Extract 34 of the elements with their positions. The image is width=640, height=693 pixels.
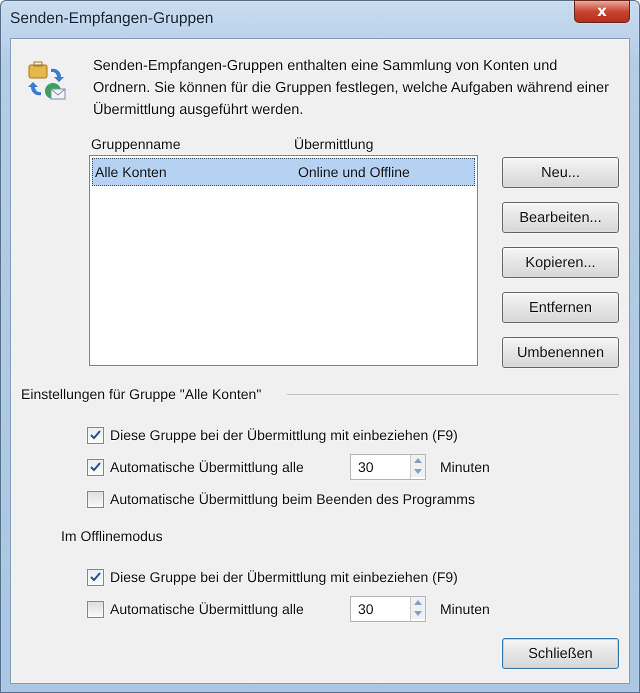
- close-dialog-button[interactable]: Schließen: [502, 638, 619, 669]
- section-heading: Im Offlinemodus: [61, 528, 164, 544]
- column-header: Übermittlung: [294, 136, 374, 152]
- dialog-button[interactable]: Neu...: [502, 157, 619, 188]
- checkbox[interactable]: [87, 458, 104, 476]
- up-arrow-icon[interactable]: [411, 455, 425, 466]
- close-button[interactable]: x: [574, 0, 630, 23]
- table-cell: Online und Offline: [298, 164, 410, 180]
- dialog-button[interactable]: Umbenennen: [502, 337, 619, 368]
- table-cell-text: Alle Konten: [95, 164, 168, 180]
- number-spinner[interactable]: 30: [350, 454, 426, 480]
- checkbox[interactable]: [87, 568, 104, 586]
- checkbox-label: Diese Gruppe bei der Übermittlung mit einbeziehen (F9): [110, 427, 458, 443]
- window-title: Senden-Empfangen-Gruppen: [10, 10, 214, 28]
- dialog-button[interactable]: Kopieren...: [502, 247, 619, 278]
- checkbox[interactable]: [87, 490, 104, 508]
- unit-label: Minuten: [440, 459, 490, 475]
- checkbox[interactable]: [87, 426, 104, 444]
- down-arrow-icon[interactable]: [411, 466, 425, 477]
- up-arrow-icon[interactable]: [411, 597, 425, 608]
- checkbox[interactable]: [87, 600, 104, 618]
- column-header: Gruppenname: [91, 136, 182, 152]
- down-arrow-icon[interactable]: [411, 608, 425, 619]
- dialog-button[interactable]: Entfernen: [502, 292, 619, 323]
- list-row[interactable]: Alle Konten Online und Offline: [92, 158, 475, 186]
- number-spinner[interactable]: 30: [350, 596, 426, 622]
- checkbox-label: Automatische Übermittlung alle: [110, 601, 305, 617]
- checkbox-label: Diese Gruppe bei der Übermittlung mit einbeziehen (F9): [110, 569, 458, 585]
- unit-label: Minuten: [440, 601, 490, 617]
- checkbox-label: Automatische Übermittlung beim Beenden des Programms: [110, 491, 475, 507]
- description-text: Senden-Empfangen-Gruppen enthalten eine Sammlung von Konten und Ordnern. Sie können für die Gruppen festlegen, welche Aufgaben während einer Übermittlung ausgeführt werden.: [93, 57, 610, 120]
- section-heading: Einstellungen für Gruppe "Alle Konten": [21, 386, 262, 402]
- checkbox-label: Automatische Übermittlung alle: [110, 459, 305, 475]
- dialog-button[interactable]: Bearbeiten...: [502, 202, 619, 233]
